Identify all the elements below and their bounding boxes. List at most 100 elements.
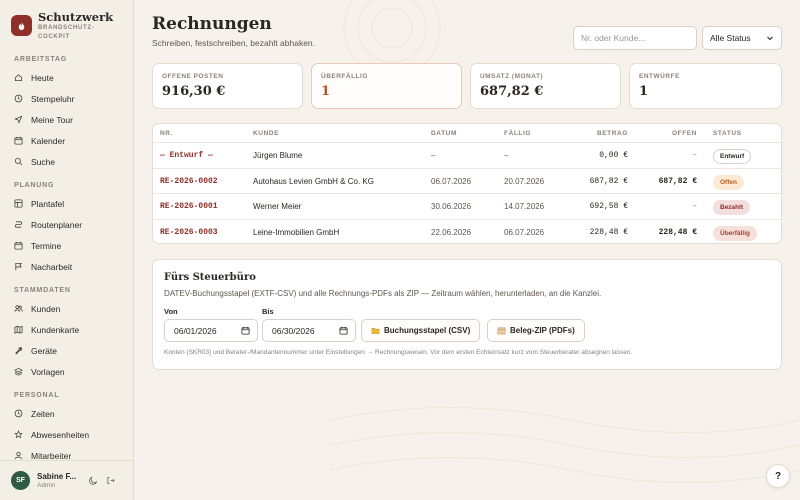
logout-button[interactable] — [103, 474, 117, 488]
stat-label: ENTWÜRFE — [639, 73, 680, 80]
sidebar-item-label: Geräte — [31, 345, 57, 356]
amount: 228,48 € — [589, 227, 628, 237]
column-header-betrag[interactable]: BETRAG — [597, 130, 628, 137]
invoice-number[interactable]: RE-2026-0003 — [160, 228, 218, 237]
stat-label: UMSATZ (MONAT) — [480, 73, 544, 80]
sidebar-item-kunden[interactable]: Kunden — [0, 298, 133, 319]
table-row[interactable]: RE-2026-0001 Werner Meier 30.06.2026 14.07.… — [153, 194, 781, 220]
theme-toggle-button[interactable] — [86, 474, 100, 488]
table-header: NR. KUNDE DATUM FÄLLIG BETRAG OFFEN STAT… — [153, 124, 781, 143]
download-zip-button[interactable]: Beleg-ZIP (PDFs) — [487, 319, 585, 342]
column-header-kunde[interactable]: KUNDE — [253, 130, 279, 137]
map-icon — [14, 325, 23, 334]
moon-icon — [88, 476, 97, 485]
sidebar-item-label: Heute — [31, 72, 54, 83]
column-header-datum[interactable]: DATUM — [431, 130, 457, 137]
sidebar-item-vorlagen[interactable]: Vorlagen — [0, 361, 133, 382]
star-icon — [14, 430, 23, 439]
sidebar-item-geräte[interactable]: Geräte — [0, 340, 133, 361]
stat-value: 687,82 € — [480, 84, 544, 99]
sidebar-item-kundenkarte[interactable]: Kundenkarte — [0, 319, 133, 340]
sidebar-item-zeiten[interactable]: Zeiten — [0, 403, 133, 424]
sidebar-item-label: Mitarbeiter — [31, 450, 72, 461]
sidebar-item-stempeluhr[interactable]: Stempeluhr — [0, 88, 133, 109]
sidebar-item-label: Vorlagen — [31, 366, 65, 377]
status-filter-select[interactable]: Alle Status — [702, 26, 782, 50]
from-date-input[interactable]: 06/01/2026 — [164, 319, 258, 342]
amount: 692,58 € — [589, 202, 628, 211]
sidebar-item-routenplaner[interactable]: Routenplaner — [0, 214, 133, 235]
nav-section-title: PERSONAL — [14, 392, 60, 399]
column-header-status[interactable]: STATUS — [713, 130, 742, 137]
help-button[interactable]: ? — [766, 464, 790, 488]
brand-title: Schutzwerk — [38, 10, 114, 24]
calendar-icon — [14, 136, 23, 145]
from-date-value: 06/01/2026 — [174, 325, 217, 336]
user-bar: SF Sabine F... Admin — [0, 460, 133, 500]
stat-label: OFFENE POSTEN — [162, 73, 224, 80]
invoice-number[interactable]: RE-2026-0001 — [160, 202, 218, 211]
column-header-offen[interactable]: OFFEN — [672, 130, 697, 137]
invoice-number[interactable]: RE-2026-0002 — [160, 177, 218, 186]
customer-name: Werner Meier — [253, 202, 302, 211]
sidebar-item-abwesenheiten[interactable]: Abwesenheiten — [0, 424, 133, 445]
stat-value: 1 — [639, 84, 649, 99]
sidebar-item-label: Zeiten — [31, 408, 55, 419]
sidebar-item-label: Kundenkarte — [31, 324, 80, 335]
sidebar-nav: ARBEITSTAG Heute Stempeluhr Meine Tour Kalen… — [0, 53, 133, 466]
brand-subtitle: BRANDSCHUTZ- — [38, 25, 95, 31]
chevron-down-icon — [767, 36, 773, 41]
due-date: – — [504, 151, 509, 160]
logout-icon — [106, 476, 115, 485]
sidebar: Schutzwerk BRANDSCHUTZ- COCKPIT ARBEITST… — [0, 0, 134, 500]
customer-name: Autohaus Levien GmbH & Co. KG — [253, 176, 374, 186]
due-date: 20.07.2026 — [504, 176, 545, 186]
status-filter-value: Alle Status — [710, 33, 751, 43]
download-csv-button[interactable]: Buchungsstapel (CSV) — [361, 319, 481, 342]
sidebar-item-termine[interactable]: Termine — [0, 235, 133, 256]
sidebar-item-meine-tour[interactable]: Meine Tour — [0, 109, 133, 130]
column-header-faellig[interactable]: FÄLLIG — [504, 130, 531, 137]
home-icon — [14, 74, 23, 82]
stat-card-open: OFFENE POSTEN 916,30 € — [152, 63, 303, 109]
customer-name: Leine-Immobilien GmbH — [253, 227, 340, 237]
invoice-date: 06.07.2026 — [431, 176, 472, 186]
stat-card-drafts: ENTWÜRFE 1 — [629, 63, 782, 109]
open-amount: – — [692, 202, 697, 211]
column-header-nr[interactable]: NR. — [160, 130, 173, 137]
stat-value: 916,30 € — [162, 84, 226, 99]
table-row[interactable]: — Entwurf — Jürgen Blume – – 0,00 € – Entwurf — [153, 143, 781, 169]
status-badge: Bezahlt — [713, 200, 751, 215]
archive-icon — [497, 326, 506, 335]
stats-row: OFFENE POSTEN 916,30 € ÜBERFÄLLIG 1 UMSA… — [152, 63, 782, 109]
sidebar-item-kalender[interactable]: Kalender — [0, 130, 133, 151]
table-body: — Entwurf — Jürgen Blume – – 0,00 € – Entwurf R… — [153, 143, 781, 244]
sidebar-item-label: Stempeluhr — [31, 93, 75, 104]
stat-card-overdue: ÜBERFÄLLIG 1 — [311, 63, 462, 109]
clock-icon — [14, 409, 23, 418]
stat-label: ÜBERFÄLLIG — [321, 73, 368, 80]
brand-subtitle: COCKPIT — [38, 34, 70, 40]
table-row[interactable]: RE-2026-0002 Autohaus Levien GmbH & Co. K… — [153, 169, 781, 194]
sidebar-item-suche[interactable]: Suche — [0, 151, 133, 172]
to-date-input[interactable]: 06/30/2026 — [262, 319, 356, 342]
search-input[interactable] — [573, 26, 697, 50]
status-badge: Entwurf — [713, 149, 752, 164]
stat-value: 1 — [321, 84, 331, 99]
invoice-table: NR. KUNDE DATUM FÄLLIG BETRAG OFFEN STAT… — [152, 123, 782, 244]
folder-icon — [371, 326, 380, 335]
amount: 0,00 € — [599, 151, 628, 160]
sidebar-item-heute[interactable]: Heute — [0, 67, 133, 88]
sidebar-item-label: Termine — [31, 240, 62, 251]
avatar[interactable]: SF — [11, 471, 30, 490]
sidebar-item-label: Routenplaner — [31, 219, 83, 230]
board-icon — [14, 199, 23, 208]
from-date-label: Von — [164, 307, 178, 316]
search-icon — [14, 157, 23, 166]
due-date: 06.07.2026 — [504, 227, 545, 237]
invoice-number[interactable]: — Entwurf — — [160, 151, 213, 160]
sidebar-item-plantafel[interactable]: Plantafel — [0, 193, 133, 214]
table-row[interactable]: RE-2026-0003 Leine-Immobilien GmbH 22.06.2… — [153, 220, 781, 244]
sidebar-item-nacharbeit[interactable]: Nacharbeit — [0, 256, 133, 277]
to-date-value: 06/30/2026 — [272, 325, 315, 336]
